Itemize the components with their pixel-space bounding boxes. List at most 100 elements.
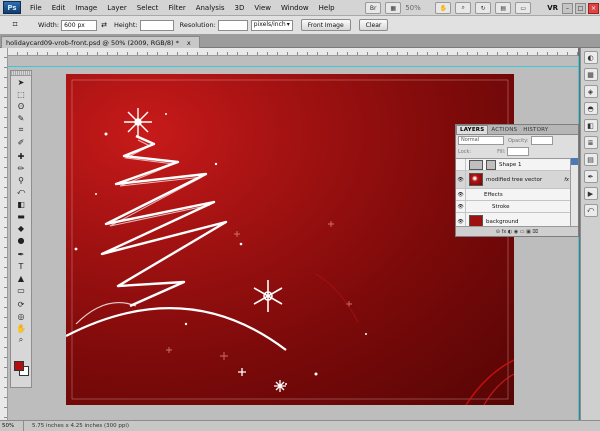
close-tab-icon[interactable]: x xyxy=(187,38,191,48)
guide-vertical-right[interactable] xyxy=(578,56,579,420)
eraser-tool-icon[interactable]: ◧ xyxy=(11,198,31,210)
width-input[interactable]: 600 px xyxy=(61,19,98,31)
crop-tool-preset-icon[interactable]: ⌗ xyxy=(4,18,26,32)
clone-stamp-tool-icon[interactable]: ⚲ xyxy=(11,174,31,186)
view-extras-button[interactable]: ▦ xyxy=(385,2,402,14)
tree-star xyxy=(124,108,152,136)
adjustments-panel-icon[interactable]: ◓ xyxy=(583,102,598,115)
guide-horizontal-top[interactable] xyxy=(8,66,578,67)
document-info[interactable]: 5.75 inches x 4.25 inches (300 ppi) xyxy=(24,423,129,429)
pen-tool-icon[interactable]: ✒ xyxy=(11,248,31,260)
blend-mode-select[interactable]: Normal xyxy=(458,136,504,145)
3d-orbit-tool-icon[interactable]: ◎ xyxy=(11,310,31,322)
menu-file[interactable]: File xyxy=(25,4,47,12)
layers-footer-icons[interactable]: ⊝ fx ◐ ◉ ▭ ▣ ⌧ xyxy=(456,226,578,236)
healing-brush-tool-icon[interactable]: ✚ xyxy=(11,150,31,162)
blur-tool-icon[interactable]: ◆ xyxy=(11,222,31,234)
menu-analysis[interactable]: Analysis xyxy=(191,4,230,12)
fx-icon[interactable]: fx xyxy=(564,177,569,183)
close-icon[interactable]: × xyxy=(588,2,599,14)
maximize-icon[interactable]: □ xyxy=(575,2,586,14)
panel-dock: ◐ ▦ ◈ ◓ ◧ ≣ ▤ ✒ ▶ ⤺ xyxy=(580,48,600,420)
arrange-documents-icon[interactable]: ▤ xyxy=(495,2,512,14)
layer-stroke-row[interactable]: 👁 Stroke xyxy=(456,201,572,213)
hand-tool-icon[interactable]: ✋ xyxy=(435,2,452,14)
lasso-tool-icon[interactable]: ʘ xyxy=(11,100,31,112)
layer-row-shape-1[interactable]: Shape 1 xyxy=(456,159,572,171)
fill-field[interactable] xyxy=(507,147,530,156)
opacity-field[interactable] xyxy=(530,136,553,145)
marquee-tool-icon[interactable]: ⬚ xyxy=(11,88,31,100)
fill-label: Fill: xyxy=(497,148,506,155)
type-tool-icon[interactable]: T xyxy=(11,260,31,272)
zoom-tool-icon[interactable]: ⌕ xyxy=(455,2,472,14)
dodge-tool-icon[interactable]: ● xyxy=(11,234,31,246)
menu-view[interactable]: View xyxy=(249,4,276,12)
menu-layer[interactable]: Layer xyxy=(102,4,132,12)
eye-icon[interactable]: 👁 xyxy=(456,189,466,200)
visibility-toggle-off[interactable] xyxy=(456,159,466,170)
actions-panel-icon[interactable]: ▶ xyxy=(583,187,598,200)
horizontal-ruler[interactable] xyxy=(8,48,578,56)
clear-button[interactable]: Clear xyxy=(358,19,389,31)
menu-image[interactable]: Image xyxy=(70,4,102,12)
layers-panel-icon[interactable]: ≣ xyxy=(583,136,598,149)
foreground-color-swatch[interactable] xyxy=(14,361,24,371)
minimize-icon[interactable]: – xyxy=(562,2,573,14)
resolution-unit-select[interactable]: pixels/inch ▾ xyxy=(250,19,293,31)
document-tab[interactable]: holidaycard09-vrob-front.psd @ 50% (2009… xyxy=(1,36,200,48)
menu-3d[interactable]: 3D xyxy=(230,4,250,12)
menu-filter[interactable]: Filter xyxy=(163,4,190,12)
quick-select-tool-icon[interactable]: ✎ xyxy=(11,112,31,124)
vertical-ruler[interactable] xyxy=(0,48,8,420)
menu-help[interactable]: Help xyxy=(314,4,340,12)
paths-panel-icon[interactable]: ✒ xyxy=(583,170,598,183)
menu-bar: Ps File Edit Image Layer Select Filter A… xyxy=(0,0,600,16)
gradient-tool-icon[interactable]: ▬ xyxy=(11,210,31,222)
menu-edit[interactable]: Edit xyxy=(47,4,71,12)
bridge-button[interactable]: Br xyxy=(365,2,382,14)
screen-mode-icon[interactable]: ▭ xyxy=(515,2,532,14)
hand-tool-icon[interactable]: ✋ xyxy=(11,322,31,334)
layers-scrollbar[interactable] xyxy=(570,158,578,228)
menu-window[interactable]: Window xyxy=(276,4,314,12)
history-brush-tool-icon[interactable]: ⤺ xyxy=(11,186,31,198)
layer-row-modified-tree-vector[interactable]: 👁 modified tree vector fx xyxy=(456,171,572,189)
front-image-button[interactable]: Front Image xyxy=(300,19,351,31)
history-panel-icon[interactable]: ⤺ xyxy=(583,204,598,217)
move-tool-icon[interactable]: ➤ xyxy=(11,76,31,88)
tab-layers[interactable]: LAYERS xyxy=(456,125,489,134)
scroll-up-icon[interactable] xyxy=(571,158,578,165)
resolution-unit-value: pixels/inch xyxy=(253,21,286,28)
eyedropper-tool-icon[interactable]: ✐ xyxy=(11,136,31,148)
layer-effects-row[interactable]: 👁 Effects xyxy=(456,189,572,201)
crop-tool-icon[interactable]: ⌗ xyxy=(11,124,31,136)
color-panel-icon[interactable]: ◐ xyxy=(583,51,598,64)
swap-dimensions-icon[interactable]: ⇄ xyxy=(101,21,107,29)
lock-row: Lock: Fill: xyxy=(456,146,578,157)
rotate-view-icon[interactable]: ↻ xyxy=(475,2,492,14)
3d-rotate-tool-icon[interactable]: ⟳ xyxy=(11,298,31,310)
brush-tool-icon[interactable]: ✏ xyxy=(11,162,31,174)
zoom-level[interactable]: 50% xyxy=(405,2,431,14)
menu-select[interactable]: Select xyxy=(132,4,164,12)
workspace-switcher[interactable]: VR xyxy=(547,4,558,12)
tab-history[interactable]: HISTORY xyxy=(520,126,551,134)
resolution-input[interactable] xyxy=(217,19,248,31)
shape-tool-icon[interactable]: ▭ xyxy=(11,284,31,296)
document-canvas[interactable] xyxy=(66,74,514,405)
resolution-label: Resolution: xyxy=(179,21,216,29)
tab-actions[interactable]: ACTIONS xyxy=(488,126,520,134)
menu-right-group: Br ▦ 50% ✋ ⌕ ↻ ▤ ▭ VR – □ × xyxy=(363,0,600,16)
eye-icon[interactable]: 👁 xyxy=(456,171,466,188)
channels-panel-icon[interactable]: ▤ xyxy=(583,153,598,166)
masks-panel-icon[interactable]: ◧ xyxy=(583,119,598,132)
document-title: holidaycard09-vrob-front.psd @ 50% (2009… xyxy=(6,38,179,47)
path-selection-tool-icon[interactable]: ▲ xyxy=(11,272,31,284)
eye-icon[interactable]: 👁 xyxy=(456,201,466,212)
swatches-panel-icon[interactable]: ▦ xyxy=(583,68,598,81)
zoom-tool-icon[interactable]: ⌕ xyxy=(11,334,31,346)
status-zoom[interactable]: 50% xyxy=(0,421,24,431)
styles-panel-icon[interactable]: ◈ xyxy=(583,85,598,98)
height-input[interactable] xyxy=(139,19,174,31)
